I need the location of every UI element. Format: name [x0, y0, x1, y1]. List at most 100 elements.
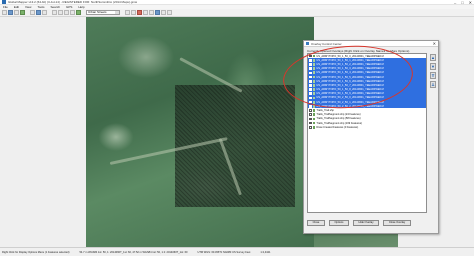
layer-type-icon [312, 92, 316, 96]
overlay-name: US_ARMYTOPO_50_1_50_5_20140601_YEEARFWEF… [316, 75, 384, 79]
dialog-close-icon[interactable]: ✕ [433, 41, 436, 47]
overlay-name: US_ARMYTOPO_50_1_50_8_20140601_YEEARFWEF… [316, 88, 384, 92]
options-button[interactable]: Options [329, 220, 349, 226]
overlay-list-item[interactable]: Draw Created Features (0 Features) [308, 125, 426, 129]
layer-type-icon [312, 75, 316, 79]
config-icon[interactable] [42, 10, 47, 15]
overlay-name: US_ARMYTOPO_50_1_50_4_20140601_YEEARFWEF… [316, 71, 384, 75]
select-icon[interactable] [161, 10, 166, 15]
overlay-name: US_ARMYTOPO_50_1_50_1_20140601_YEEARFWEF… [316, 58, 384, 62]
overlay-visibility-checkbox[interactable] [309, 113, 312, 117]
new-workspace-icon[interactable] [2, 10, 7, 15]
hide-overlay-button[interactable]: Hide Overlay [353, 220, 379, 226]
overlay-visibility-checkbox[interactable] [309, 84, 312, 87]
layer-type-icon [312, 63, 316, 66]
status-scale: 1:2,4421 [260, 250, 271, 254]
lidar-icon[interactable] [167, 10, 172, 15]
move-down-icon[interactable]: ▼ [430, 63, 436, 70]
zoom-in-icon[interactable] [52, 10, 57, 15]
move-top-icon[interactable]: ⇈ [430, 72, 436, 79]
overlay-visibility-checkbox[interactable] [309, 79, 312, 83]
overlay-visibility-checkbox[interactable] [309, 117, 312, 121]
status-coordinates: 54.7 m WGS84 1st: 50, 1: 2014060T_1st: 6… [79, 250, 188, 254]
overlay-visibility-checkbox[interactable] [309, 75, 312, 79]
overlay-name: US_ARMYTOPO_50_1_50_7_20140601_YEEARFWEF… [316, 83, 384, 87]
overlay-name: US_ARMYTOPO_50_2_50_0_20140601_YEEARFWEF… [316, 96, 384, 100]
path-profile-icon[interactable] [143, 10, 148, 15]
overlay-visibility-checkbox[interactable] [309, 58, 312, 62]
measure-icon[interactable] [131, 10, 136, 15]
layer-type-icon [312, 109, 316, 112]
overlay-name: US_ARMYTOPO_50_2_50_2_20140601_YEEARFWEF… [316, 104, 384, 108]
overlay-name: US_ARMYTOPO_50_1_50_2_20140601_YEEARFWEF… [316, 62, 384, 66]
print-icon[interactable] [30, 10, 35, 15]
feature-info-icon[interactable] [137, 10, 142, 15]
move-up-icon[interactable]: ▲ [430, 54, 436, 61]
download-online-data-icon[interactable] [20, 10, 25, 15]
overlay-visibility-checkbox[interactable] [309, 67, 312, 70]
layer-type-icon [312, 67, 316, 71]
layer-type-icon [312, 100, 316, 104]
app-icon [2, 0, 6, 4]
overlay-visibility-checkbox[interactable] [309, 54, 312, 58]
status-projection: UTM WGS: 60.456°N NAD83 US Survey Feet [197, 250, 251, 254]
3d-view-icon[interactable] [76, 10, 81, 15]
status-bar: Right Click for Display Options Menu (1 … [0, 247, 474, 256]
overlay-visibility-checkbox[interactable] [309, 71, 312, 75]
overlay-visibility-checkbox[interactable] [309, 96, 312, 100]
layer-type-icon [312, 54, 316, 58]
close-dialog-button[interactable]: Close [307, 220, 325, 226]
layer-type-icon [312, 58, 316, 62]
dialog-app-icon [306, 42, 309, 45]
overlay-name: Trails_TrailSegment.shp (58 Features) [316, 117, 361, 121]
overlay-visibility-checkbox[interactable] [309, 121, 312, 125]
overlay-name: US_ARMYTOPO_50_1_50_3_20140601_YEEARFWEF… [316, 67, 384, 71]
layer-type-icon [312, 84, 316, 87]
view-shed-icon[interactable] [149, 10, 154, 15]
close-overlay-button[interactable]: Close Overlay [383, 220, 411, 226]
main-toolbar: Urban Streets [0, 9, 474, 17]
overlay-visibility-checkbox[interactable] [309, 125, 312, 129]
overlay-visibility-checkbox[interactable] [309, 63, 312, 66]
layer-type-icon [312, 79, 316, 83]
open-file-icon[interactable] [8, 10, 13, 15]
overlay-name: Trails_Trail.shp [316, 109, 334, 113]
dialog-titlebar: Overlay Control Center ✕ [304, 41, 438, 47]
layer-type-icon [312, 104, 316, 108]
dialog-button-row: Close Options Hide Overlay Close Overlay [307, 220, 437, 226]
render-style-dropdown[interactable]: Urban Streets [86, 10, 120, 15]
overlay-name: US_ARMYTOPO_50_1_50_6_20140601_YEEARFWEF… [316, 79, 384, 83]
dialog-title: Overlay Control Center [311, 41, 342, 46]
overlay-list[interactable]: US_ARMYTOPO_50_1_50_0_20140601_YEEARFWEF… [307, 53, 427, 213]
layer-type-icon [312, 125, 316, 129]
window-title: Global Mapper v13.2 (64-bit) (3-Jul-14) … [8, 0, 138, 4]
overlay-name: Trails_TrailSegment.shp (24 Features) [316, 113, 361, 117]
overlay-name: Trails_TrailSegment.shp (169 Features) [316, 121, 363, 125]
zoom-out-icon[interactable] [58, 10, 63, 15]
layer-type-icon [312, 71, 316, 75]
pan-icon[interactable] [64, 10, 69, 15]
overlay-order-controls: ▲ ▼ ⇈ ⇊ [429, 54, 437, 88]
control-center-icon[interactable] [155, 10, 160, 15]
overlay-visibility-checkbox[interactable] [309, 105, 312, 108]
digitizer-icon[interactable] [125, 10, 130, 15]
layer-type-icon [312, 117, 316, 121]
overlay-name: Draw Created Features (0 Features) [316, 125, 359, 129]
overlay-name: US_ARMYTOPO_50_2_50_1_20140601_YEEARFWEF… [316, 100, 384, 104]
overlay-control-center-dialog: Overlay Control Center ✕ Currently Opene… [303, 40, 439, 234]
save-icon[interactable] [14, 10, 19, 15]
overlay-name: US_ARMYTOPO_50_1_50_9_20140601_YEEARFWEF… [316, 92, 384, 96]
overlay-visibility-checkbox[interactable] [309, 88, 312, 91]
layer-type-icon [312, 121, 316, 125]
overlay-control-center-icon[interactable] [36, 10, 41, 15]
overlay-name: US_ARMYTOPO_50_1_50_0_20140601_YEEARFWEF… [316, 54, 384, 58]
layer-type-icon [312, 88, 316, 91]
overlay-visibility-checkbox[interactable] [309, 109, 312, 112]
overlay-visibility-checkbox[interactable] [309, 92, 312, 96]
layer-type-icon [312, 113, 316, 117]
full-view-icon[interactable] [70, 10, 75, 15]
overlay-visibility-checkbox[interactable] [309, 100, 312, 104]
layer-type-icon [312, 96, 316, 100]
move-bottom-icon[interactable]: ⇊ [430, 81, 436, 88]
status-hint: Right Click for Display Options Menu (1 … [2, 250, 70, 254]
